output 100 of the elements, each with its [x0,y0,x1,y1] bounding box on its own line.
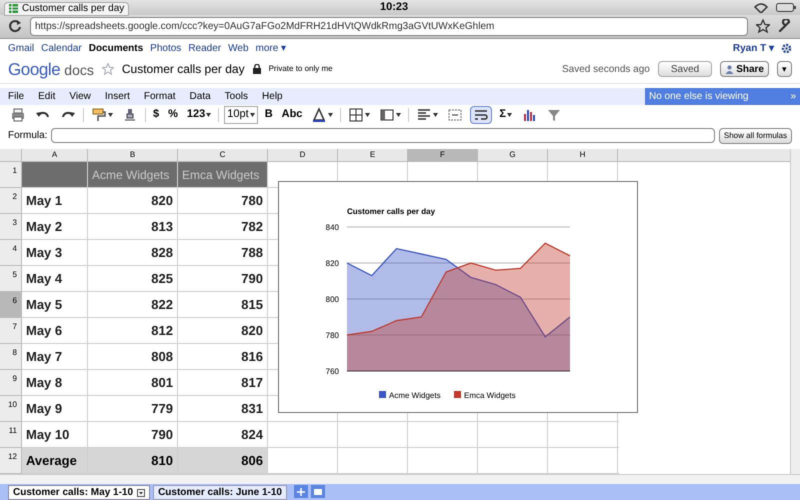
vertical-scrollbar[interactable] [790,149,800,474]
row-header[interactable]: 4 [0,240,22,266]
toolbar-button[interactable]: B [262,106,275,124]
table-cell[interactable]: May 8 [22,370,88,396]
table-cell[interactable]: May 6 [22,318,88,344]
table-cell[interactable]: May 2 [22,214,88,240]
star-icon[interactable] [102,63,114,76]
formula-input[interactable] [51,128,715,144]
share-menu-button[interactable]: ▾ [777,61,792,78]
row-header[interactable]: 3 [0,214,22,240]
chart-title: Customer calls per day [347,207,436,216]
toolbar-button[interactable]: Abc [280,106,304,124]
table-cell[interactable]: 779 [88,396,178,422]
row-header[interactable]: 6 [0,292,22,318]
table-cell[interactable]: May 7 [22,344,88,370]
table-cell[interactable]: 815 [178,292,268,318]
table-cell[interactable]: 780 [178,188,268,214]
sheet-tab[interactable]: Customer calls: May 1-10 [8,485,150,500]
table-cell[interactable]: 820 [88,188,178,214]
row-header[interactable]: 5 [0,266,22,292]
toolbar-button[interactable]: % [166,106,180,124]
collapse-toggle[interactable]: » [790,88,796,104]
table-cell[interactable] [22,162,88,188]
formula-label: Formula: [8,129,48,144]
saved-button[interactable]: Saved [658,61,712,78]
table-cell[interactable]: 825 [88,266,178,292]
font-size-dropdown[interactable]: 10pt [224,106,258,124]
nav-link[interactable]: more ▾ [256,40,286,56]
table-cell[interactable]: 820 [178,318,268,344]
toolbar-button[interactable]: Σ [497,106,514,124]
column-header[interactable]: D [268,149,338,162]
column-header[interactable]: H [548,149,618,162]
table-cell[interactable]: 808 [88,344,178,370]
toolbar-button[interactable]: 123 [184,106,214,124]
menu-item[interactable]: View [69,88,91,104]
table-cell[interactable]: 822 [88,292,178,318]
show-formulas-button[interactable]: Show all formulas [718,128,792,144]
table-cell[interactable]: 831 [178,396,268,422]
caret-icon [206,112,212,117]
column-header[interactable]: C [178,149,268,162]
table-cell[interactable]: Average [22,448,88,474]
table-cell[interactable]: May 5 [22,292,88,318]
nav-link[interactable]: Web [228,40,249,56]
star-icon[interactable] [756,19,770,34]
wrench-icon[interactable] [778,19,792,34]
document-title[interactable]: Customer calls per day [122,60,245,78]
wifi-icon [754,2,768,12]
table-cell[interactable]: 813 [88,214,178,240]
user-menu[interactable]: Ryan T ▾ [732,40,774,56]
nav-link[interactable]: Documents [88,40,144,56]
menu-item[interactable]: Edit [38,88,56,104]
table-cell[interactable]: 801 [88,370,178,396]
column-header[interactable]: G [478,149,548,162]
nav-link[interactable]: Gmail [8,40,34,56]
row-header[interactable]: 10 [0,396,22,422]
column-header[interactable]: F [408,149,478,162]
add-sheet-button[interactable] [294,485,308,498]
nav-link[interactable]: Reader [188,40,222,56]
horizontal-scrollbar[interactable] [0,474,800,484]
table-cell[interactable]: 810 [88,448,178,474]
row-header[interactable]: 12 [0,448,22,474]
table-cell[interactable]: 782 [178,214,268,240]
settings-icon[interactable] [781,42,792,54]
table-cell[interactable]: 788 [178,240,268,266]
column-header[interactable]: B [88,149,178,162]
toolbar-button[interactable]: $ [151,106,162,124]
row-header[interactable]: 9 [0,370,22,396]
url-field[interactable]: https://spreadsheets.google.com/ccc?key=0AuG7aFGo2MdFRH21dHVtQWdkRmg3aGVtUWxKeGhlem [30,16,748,36]
table-cell[interactable]: May 9 [22,396,88,422]
row-header[interactable]: 1 [0,162,22,188]
table-cell[interactable]: 828 [88,240,178,266]
menu-item[interactable]: File [8,88,24,104]
menu-item[interactable]: Format [144,88,176,104]
nav-link[interactable]: Photos [150,40,182,56]
table-cell[interactable]: 816 [178,344,268,370]
reload-icon[interactable] [8,19,22,34]
dropdown-icon [137,488,146,497]
menu-item[interactable]: Help [262,88,283,104]
browser-tab[interactable]: Customer calls per day [4,2,130,16]
table-cell[interactable]: 817 [178,370,268,396]
menu-item[interactable]: Tools [224,88,248,104]
table-cell[interactable]: 806 [178,448,268,474]
sheet-tab[interactable]: Customer calls: June 1-10 [153,485,287,500]
table-cell[interactable]: May 1 [22,188,88,214]
row-header[interactable]: 2 [0,188,22,214]
table-cell[interactable]: May 4 [22,266,88,292]
row-header[interactable]: 11 [0,422,22,448]
wrap-text-button[interactable] [470,106,492,124]
row-header[interactable]: 8 [0,344,22,370]
table-cell[interactable]: 790 [178,266,268,292]
table-cell[interactable]: 812 [88,318,178,344]
nav-link[interactable]: Calendar [41,40,82,56]
menu-item[interactable]: Data [190,88,211,104]
share-button[interactable]: Share [720,61,769,78]
stamp-icon [122,106,138,123]
menu-item[interactable]: Insert [104,88,130,104]
sheet-list-button[interactable] [311,485,325,498]
table-cell[interactable]: May 3 [22,240,88,266]
row-header[interactable]: 7 [0,318,22,344]
column-header[interactable]: A [22,149,88,162]
